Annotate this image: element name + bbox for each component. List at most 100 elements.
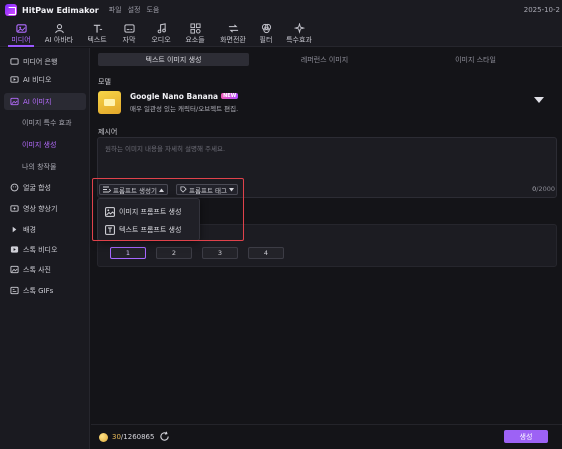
tab-bar: 텍스트 이미지 생성 레퍼런스 이미지 이미지 스타일 (98, 53, 551, 66)
date-label: 2025-10-2 (523, 6, 560, 14)
ai-video-icon (10, 75, 19, 84)
chevron-up-icon (158, 188, 164, 192)
sidebar-item-label: AI 비디오 (23, 75, 52, 84)
tool-effects[interactable]: 특수효과 (282, 21, 316, 46)
char-max: /2000 (536, 185, 555, 193)
ai-avatar-icon (53, 22, 65, 34)
model-description: 매우 일관성 있는 캐릭터/오브젝트 편집. (130, 104, 239, 113)
credits-display: 30/1260865 (112, 433, 154, 441)
app-name: HitPaw Edimakor (22, 5, 99, 15)
prompt-generator-menu: 이미지 프롬프트 생성 텍스트 프롬프트 생성 (97, 198, 200, 241)
generate-button[interactable]: 생성 (504, 430, 548, 443)
sidebar-item-stock-video[interactable]: 스톡 비디오 (4, 241, 86, 258)
sidebar-sub-image-generate[interactable]: 이미지 생성 (22, 140, 56, 150)
menu-file[interactable]: 파일 (109, 5, 122, 15)
refresh-icon[interactable] (159, 431, 170, 442)
chevron-down-icon[interactable] (534, 97, 544, 103)
tab-reference-image[interactable]: 레퍼런스 이미지 (249, 53, 400, 66)
sidebar-item-media-bank[interactable]: 미디어 은행 (4, 53, 86, 70)
stock-gif-icon (10, 286, 19, 295)
list-icon (103, 186, 111, 193)
effects-icon (293, 22, 305, 34)
transition-icon (227, 22, 239, 34)
face-swap-icon (10, 183, 19, 192)
tool-transition[interactable]: 화면전환 (214, 21, 252, 46)
sidebar-item-face-swap[interactable]: 얼굴 합성 (4, 179, 86, 196)
menu-settings[interactable]: 설정 (128, 5, 141, 15)
tool-transition-label: 화면전환 (220, 36, 246, 44)
sidebar-item-enhancer[interactable]: 영상 향상기 (4, 200, 86, 217)
sidebar: 미디어 은행 AI 비디오 AI 이미지 이미지 특수 효과 이미지 생성 나의… (0, 48, 90, 449)
stock-photo-icon (10, 265, 19, 274)
new-badge: NEW (221, 93, 239, 99)
media-icon (15, 22, 27, 34)
tag-icon (180, 186, 187, 193)
model-selector[interactable]: Google Nano Banana NEW 매우 일관성 있는 캐릭터/오브젝… (98, 89, 550, 115)
ratio-option-2[interactable]: 2 (156, 247, 192, 259)
sidebar-item-label: 스톡 비디오 (23, 245, 58, 254)
app-logo-icon (5, 4, 17, 16)
prompt-generator-button[interactable]: 프롬프트 생성기 (99, 184, 168, 195)
tool-media-label: 미디어 (11, 36, 31, 44)
credits-used: 30 (112, 433, 121, 441)
stock-video-icon (10, 245, 19, 254)
credits-total: /1260865 (120, 433, 155, 441)
sidebar-item-label: 배경 (23, 225, 36, 234)
tool-text-label: 텍스트 (87, 36, 107, 44)
sidebar-sub-my-creations[interactable]: 나의 창작물 (22, 162, 56, 172)
main-panel: 텍스트 이미지 생성 레퍼런스 이미지 이미지 스타일 모델 Google Na… (91, 48, 562, 449)
tool-filter-label: 필터 (259, 36, 273, 44)
sidebar-item-stock-photo[interactable]: 스톡 사진 (4, 261, 86, 278)
prompt-tag-label: 프롬프트 태그 (189, 186, 227, 195)
menu-item-label: 텍스트 프롬프트 생성 (119, 225, 182, 234)
sidebar-item-label: 스톡 GIFs (23, 286, 54, 295)
tool-elements[interactable]: 요소들 (180, 21, 210, 46)
text-box-icon (105, 224, 115, 235)
menu-item-image-prompt[interactable]: 이미지 프롬프트 생성 (102, 203, 198, 220)
prompt-tag-button[interactable]: 프롬프트 태그 (176, 184, 238, 195)
tool-ai-avatar[interactable]: AI 아바타 (40, 21, 78, 46)
ratio-option-4[interactable]: 4 (248, 247, 284, 259)
image-icon (105, 206, 115, 217)
menu-help[interactable]: 도움 (146, 5, 159, 15)
sidebar-item-label: AI 이미지 (23, 97, 52, 106)
model-section-label: 모델 (98, 78, 111, 86)
bottom-bar: 30/1260865 생성 (91, 424, 562, 449)
sidebar-item-stock-gifs[interactable]: 스톡 GIFs (4, 282, 86, 299)
tool-filter[interactable]: 필터 (256, 21, 276, 46)
tool-text[interactable]: 텍스트 (83, 21, 111, 46)
sidebar-item-background[interactable]: 배경 (4, 221, 86, 238)
sidebar-item-label: 스톡 사진 (23, 265, 51, 274)
tool-elements-label: 요소들 (185, 36, 205, 44)
menu-item-label: 이미지 프롬프트 생성 (119, 207, 182, 216)
char-counter: 0/2000 (532, 185, 555, 193)
sidebar-item-label: 영상 향상기 (23, 204, 58, 213)
model-name: Google Nano Banana (130, 91, 219, 101)
tool-ai-avatar-label: AI 아바타 (44, 36, 74, 44)
ratio-option-1[interactable]: 1 (110, 247, 146, 259)
tool-audio[interactable]: 오디오 (147, 21, 175, 46)
sidebar-item-ai-image[interactable]: AI 이미지 (4, 93, 86, 110)
tab-image-style[interactable]: 이미지 스타일 (400, 53, 551, 66)
tool-audio-label: 오디오 (151, 36, 171, 44)
prompt-placeholder: 원하는 이미지 내용을 자세히 설명해 주세요. (105, 145, 226, 153)
sidebar-item-ai-video[interactable]: AI 비디오 (4, 71, 86, 88)
text-icon (91, 22, 103, 34)
tool-subtitle[interactable]: 자막 (117, 21, 141, 46)
tool-subtitle-label: 자막 (122, 36, 136, 44)
model-thumbnail (98, 90, 121, 114)
tab-text-to-image[interactable]: 텍스트 이미지 생성 (98, 53, 249, 66)
subtitle-icon (123, 22, 135, 34)
media-bank-icon (10, 57, 19, 66)
sidebar-item-label: 미디어 은행 (23, 57, 58, 66)
ratio-option-3[interactable]: 3 (202, 247, 238, 259)
elements-icon (189, 22, 201, 34)
coin-icon (99, 433, 108, 442)
prompt-section-label: 제시어 (98, 128, 118, 136)
sidebar-sub-image-effects[interactable]: 이미지 특수 효과 (22, 118, 72, 128)
tool-media[interactable]: 미디어 (4, 21, 38, 47)
filter-icon (260, 22, 272, 34)
prompt-toolbar: 프롬프트 생성기 프롬프트 태그 0/2000 (97, 182, 557, 198)
menu-item-text-prompt[interactable]: 텍스트 프롬프트 생성 (102, 221, 198, 238)
main-toolbar: 미디어 AI 아바타 텍스트 자막 오디오 요소들 화면전환 필터 특수효과 (0, 20, 562, 47)
